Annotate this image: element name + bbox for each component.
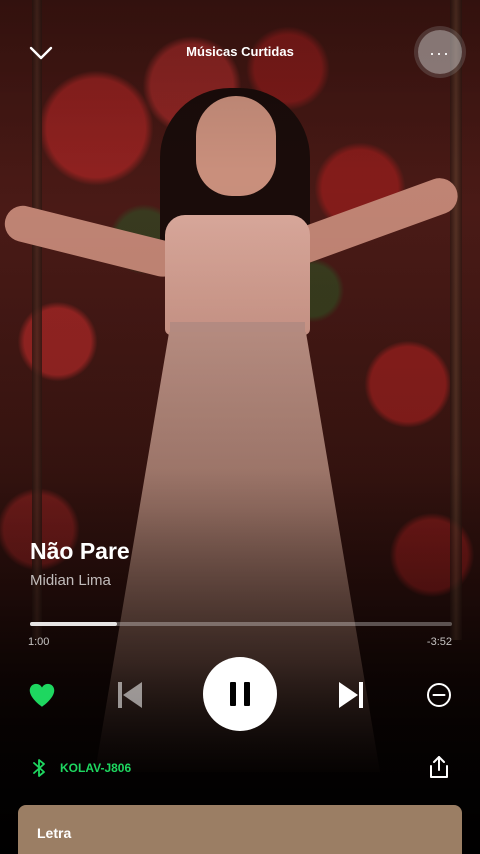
heart-filled-icon bbox=[29, 683, 55, 707]
bluetooth-icon bbox=[33, 759, 45, 777]
progress-bar[interactable] bbox=[30, 622, 452, 626]
like-button[interactable] bbox=[26, 679, 58, 711]
device-name[interactable]: KOLAV-J806 bbox=[60, 761, 131, 775]
share-icon[interactable] bbox=[426, 754, 452, 780]
skip-next-icon bbox=[339, 682, 363, 708]
connected-device-row: KOLAV-J806 bbox=[0, 752, 480, 784]
pause-icon bbox=[230, 682, 250, 706]
remove-button[interactable] bbox=[423, 679, 455, 711]
skip-previous-icon bbox=[118, 682, 142, 708]
more-options-icon: ... bbox=[429, 39, 451, 59]
time-elapsed: 1:00 bbox=[28, 636, 50, 648]
lyrics-label: Letra bbox=[37, 825, 72, 841]
player-header: Músicas Curtidas ... bbox=[0, 30, 480, 74]
playlist-title: Músicas Curtidas bbox=[186, 44, 294, 59]
playback-controls bbox=[0, 655, 480, 733]
next-button[interactable] bbox=[331, 675, 371, 715]
minus-circle-icon bbox=[427, 683, 451, 707]
track-artist[interactable]: Midian Lima bbox=[30, 572, 111, 589]
previous-button[interactable] bbox=[110, 675, 150, 715]
progress-fill bbox=[30, 622, 117, 626]
lyrics-card[interactable]: Letra bbox=[18, 805, 462, 854]
pause-button[interactable] bbox=[203, 657, 277, 731]
time-remaining: -3:52 bbox=[426, 636, 452, 648]
track-title: Não Pare bbox=[30, 538, 130, 564]
now-playing-screen: Músicas Curtidas ... Não Pare Midian Lim… bbox=[0, 0, 480, 854]
more-options-button[interactable]: ... bbox=[418, 30, 462, 74]
